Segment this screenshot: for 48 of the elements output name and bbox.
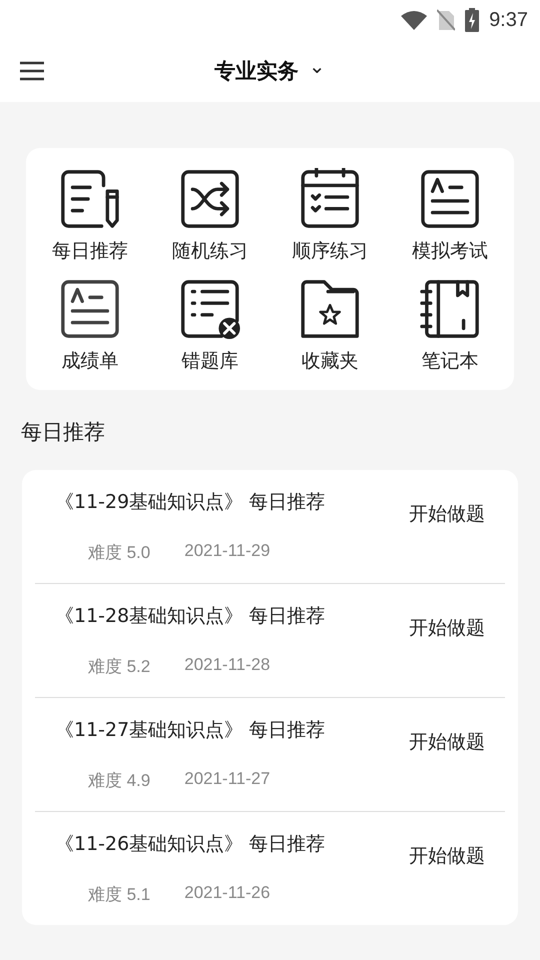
dropdown-caret[interactable]: ⌄	[308, 56, 326, 76]
subject-title[interactable]: 专业实务	[214, 57, 299, 85]
feature-label: 模拟考试	[412, 239, 488, 264]
feature-label: 随机练习	[172, 239, 248, 264]
feature-item[interactable]: 顺序练习	[270, 168, 390, 264]
note-pencil-icon	[59, 168, 121, 230]
calendar-checklist-icon	[299, 168, 361, 230]
feature-item[interactable]: 每日推荐	[30, 168, 150, 264]
quiz-title: 《11-26基础知识点》 每日推荐	[55, 832, 326, 857]
difficulty-text: 难度 5.1	[88, 884, 150, 906]
feature-item[interactable]: 模拟考试	[390, 168, 510, 264]
quiz-title: 《11-29基础知识点》 每日推荐	[55, 490, 326, 515]
feature-item[interactable]: 随机练习	[150, 168, 270, 264]
feature-label: 收藏夹	[302, 349, 358, 374]
document-icon	[419, 168, 481, 230]
difficulty-text: 难度 5.0	[88, 542, 150, 564]
wifi-icon	[401, 10, 428, 30]
date-text: 2021-11-26	[184, 883, 270, 904]
quiz-title: 《11-28基础知识点》 每日推荐	[55, 604, 326, 629]
date-text: 2021-11-28	[184, 655, 270, 676]
folder-star-icon	[299, 278, 361, 340]
no-sim-icon	[437, 9, 456, 31]
menu-icon[interactable]	[20, 61, 44, 81]
battery-charging-icon	[465, 8, 480, 32]
feature-item[interactable]: 成绩单	[30, 278, 150, 374]
section-title: 每日推荐	[21, 419, 106, 446]
status-time: 9:37	[489, 8, 528, 32]
feature-item[interactable]: 收藏夹	[270, 278, 390, 374]
feature-label: 成绩单	[62, 349, 118, 374]
date-text: 2021-11-29	[184, 541, 270, 562]
list-error-icon	[179, 278, 241, 340]
feature-label: 每日推荐	[52, 239, 128, 264]
shuffle-icon	[179, 168, 241, 230]
feature-item[interactable]: 错题库	[150, 278, 270, 374]
feature-label: 错题库	[182, 349, 238, 374]
quiz-title: 《11-27基础知识点》 每日推荐	[55, 718, 326, 743]
start-button[interactable]: 开始做题	[409, 614, 485, 640]
start-button[interactable]: 开始做题	[409, 842, 485, 868]
difficulty-text: 难度 4.9	[88, 770, 150, 792]
difficulty-text: 难度 5.2	[88, 656, 150, 678]
document-icon	[59, 278, 121, 340]
notebook-icon	[419, 278, 481, 340]
date-text: 2021-11-27	[184, 769, 270, 790]
feature-label: 笔记本	[422, 349, 478, 374]
start-button[interactable]: 开始做题	[409, 500, 485, 526]
feature-label: 顺序练习	[292, 239, 368, 264]
start-button[interactable]: 开始做题	[409, 728, 485, 754]
feature-item[interactable]: 笔记本	[390, 278, 510, 374]
